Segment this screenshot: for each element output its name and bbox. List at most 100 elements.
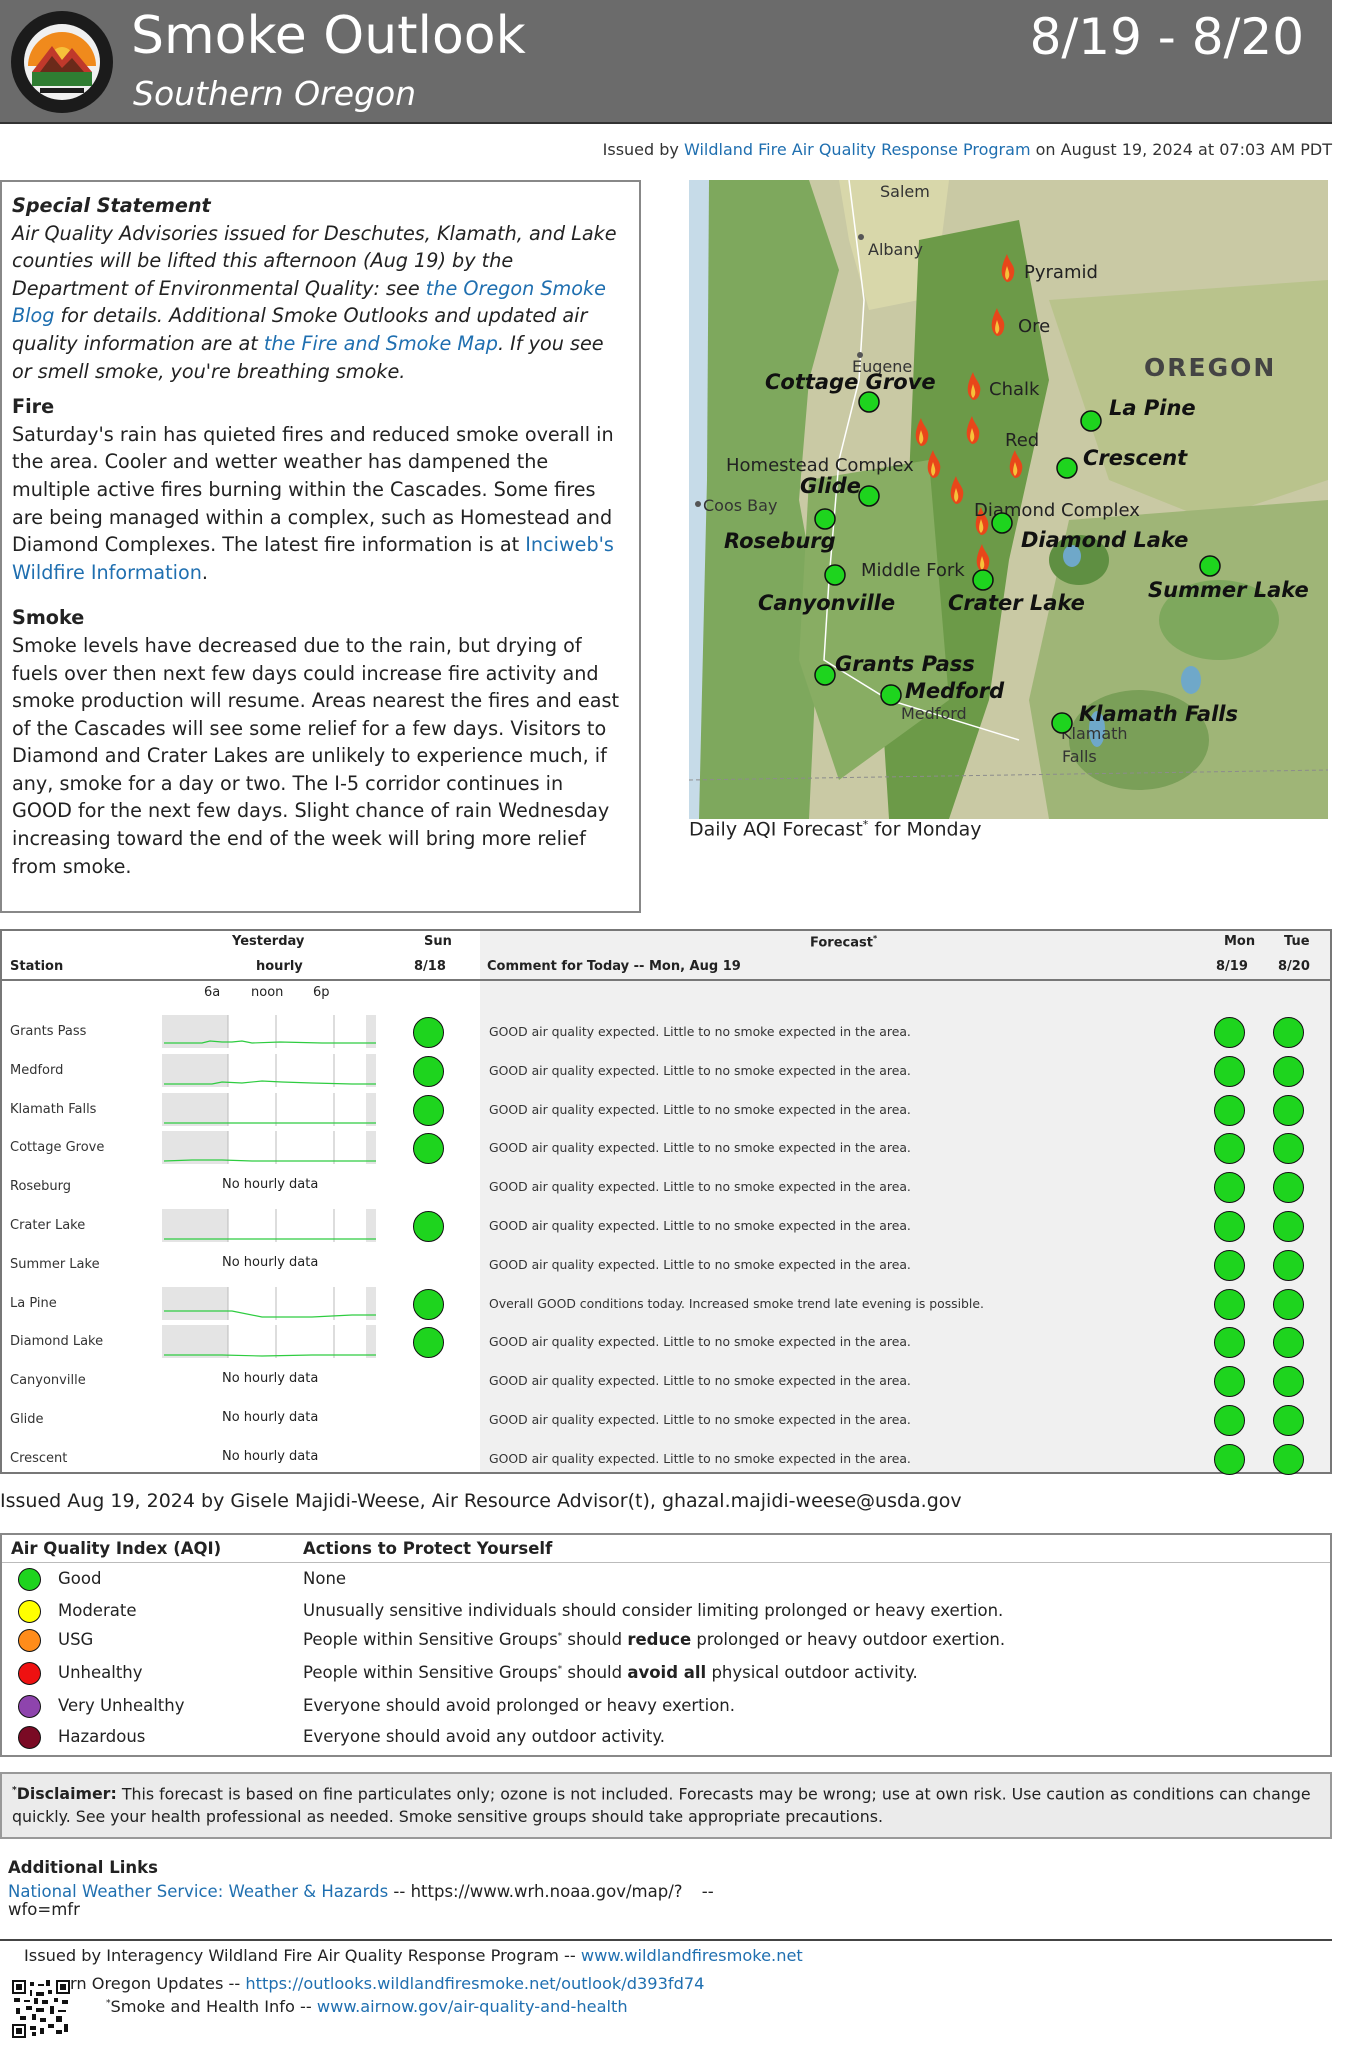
station-dot-roseburg[interactable] [814,508,836,530]
aqi-header-index: Air Quality Index (AQI) [11,1539,222,1558]
station-dot-canyonville[interactable] [824,564,846,586]
tue-aqi-dot [1273,1288,1304,1320]
tue-aqi-dot [1273,1405,1304,1436]
mon-aqi-dot [1214,1327,1245,1359]
aqi-row: Moderate Unusually sensitive individuals … [2,1595,1330,1627]
nws-link[interactable]: National Weather Service: Weather & Haza… [8,1882,388,1901]
station-name: Summer Lake [10,1256,100,1272]
header-tue: Tue [1284,934,1310,949]
station-name: Canyonville [10,1373,86,1389]
mon-aqi-dot [1214,1405,1245,1436]
header-forecast-footnote-mark: * [872,934,878,943]
wildlandfiresmoke-link[interactable]: www.wildlandfiresmoke.net [581,1946,803,1965]
program-link[interactable]: Wildland Fire Air Quality Response Progr… [684,140,1031,159]
disclaimer: *Disclaimer: This forecast is based on f… [0,1772,1332,1839]
aqi-category: Unhealthy [58,1663,143,1682]
station-name: Crescent [10,1450,68,1466]
fire-text-end: . [201,560,209,584]
page-header: Smoke Outlook Southern Oregon 8/19 - 8/2… [0,0,1332,124]
station-dot-crescent[interactable] [1056,457,1078,479]
tue-aqi-dot [1273,1211,1304,1242]
sparkline-shade [162,1325,228,1359]
airnow-link[interactable]: www.airnow.gov/air-quality-and-health [317,1997,628,2016]
header-forecast: Forecast* [810,934,877,950]
aqi-action-mid: should [562,1630,628,1649]
outlooks-link[interactable]: https://outlooks.wildlandfiresmoke.net/o… [245,1974,704,1993]
forecast-comment: GOOD air quality expected. Little to no … [489,1256,911,1272]
forecast-comment: GOOD air quality expected. Little to no … [489,1412,911,1427]
table-row: Summer Lake No hourly data GOOD air qualit… [2,1246,1330,1285]
nws-url-part-2: wfo=mfr [8,1900,80,1919]
tue-aqi-dot [1273,1327,1304,1359]
disclaimer-text: This forecast is based on fine particula… [12,1784,1311,1827]
station-dot-summer-lake[interactable] [1199,555,1221,577]
issued-by-advisor: Issued Aug 19, 2024 by Gisele Majidi-Wee… [0,1490,962,1512]
footer-issued-text: Issued by Interagency Wildland Fire Air … [24,1946,581,1965]
station-dot-crater-lake[interactable] [972,569,994,591]
aqi-category: Good [58,1569,102,1588]
station-dot-cottage-grove[interactable] [858,391,880,413]
fire-smoke-map-link[interactable]: the Fire and Smoke Map [264,332,498,355]
no-hourly-data: No hourly data [222,1371,319,1387]
hourly-sparkline [162,1325,376,1359]
forecast-comment: GOOD air quality expected. Little to no … [489,1179,911,1195]
map-caption-text: Daily AQI Forecast [689,818,863,841]
additional-links-title: Additional Links [8,1858,158,1877]
forecast-comment: GOOD air quality expected. Little to no … [489,1140,911,1156]
hourly-tick-6p: 6p [313,985,330,1000]
station-dot-glide[interactable] [858,485,880,507]
map-label-coos-bay: Coos Bay [703,496,777,515]
header-forecast-text: Forecast [810,935,873,951]
table-row: Roseburg No hourly data GOOD air quality e… [2,1168,1330,1207]
tue-aqi-dot [1273,1443,1304,1475]
table-row: Diamond Lake GOOD air quality expected. L… [2,1323,1330,1362]
aqi-action: People within Sensitive Groups* should a… [303,1663,918,1682]
table-row: La Pine Overall GOOD conditions today. In… [2,1285,1330,1324]
forecast-comment: GOOD air quality expected. Little to no … [489,1218,911,1233]
qr-code[interactable] [12,1980,70,2038]
map-caption: Daily AQI Forecast* for Monday [689,818,982,840]
station-name: Crater Lake [10,1218,86,1233]
disclaimer-label: *Disclaimer: [12,1784,117,1803]
aqi-action-pre: People within Sensitive Groups [303,1663,558,1682]
station-dot-diamond-lake[interactable] [991,512,1013,534]
disclaimer-label-text: Disclaimer: [16,1784,117,1804]
forecast-comment: GOOD air quality expected. Little to no … [489,1101,911,1117]
footer-health-text: Smoke and Health Info -- [110,1997,317,2016]
sparkline-shade [162,1092,228,1126]
station-dot-klamath-falls[interactable] [1051,712,1073,734]
tue-aqi-dot [1273,1366,1304,1398]
hourly-sparkline [162,1286,376,1320]
map-fire-label-homestead: Homestead Complex [726,455,914,476]
smoke-section-title: Smoke [12,606,85,630]
map-label-salem: Salem [880,182,930,201]
map-station-label-roseburg: Roseburg [724,529,836,553]
station-dot-la-pine[interactable] [1080,410,1102,432]
aqi-color-dot [18,1726,41,1749]
nws-link-line: National Weather Service: Weather & Haza… [8,1883,714,1919]
sun-aqi-dot [413,1288,444,1320]
aqi-row: USG People within Sensitive Groups* shoul… [2,1624,1330,1656]
aqi-category: USG [58,1630,94,1649]
station-name: Grants Pass [10,1024,87,1039]
fire-section-title: Fire [12,395,55,419]
forecast-comment: GOOD air quality expected. Little to no … [489,1450,911,1466]
header-mon: Mon [1224,934,1256,949]
map-station-label-crescent: Crescent [1083,446,1188,470]
map-state-label: OREGON [1144,353,1276,382]
sun-aqi-dot [413,1133,444,1165]
issued-line: Issued by Wildland Fire Air Quality Resp… [603,140,1332,159]
aqi-color-dot [18,1568,41,1591]
station-name: Roseburg [10,1179,72,1195]
sparkline-shade [162,1209,228,1242]
aqi-row: Very Unhealthy Everyone should avoid prol… [2,1690,1330,1722]
map-station-label-glide: Glide [800,474,861,498]
aqi-row: Hazardous Everyone should avoid any outdo… [2,1721,1330,1753]
sparkline-shade [366,1209,376,1242]
special-statement-text: Air Quality Advisories issued for Deschu… [12,220,629,386]
table-row: Grants Pass GOOD air quality expected. Li… [2,1013,1330,1052]
aqi-forecast-map[interactable]: Salem Albany Eugene Coos Bay Medford Kla… [689,180,1328,819]
station-dot-medford[interactable] [880,684,902,706]
station-dot-grants-pass[interactable] [814,664,836,686]
hourly-tick-6a: 6a [204,985,221,1000]
